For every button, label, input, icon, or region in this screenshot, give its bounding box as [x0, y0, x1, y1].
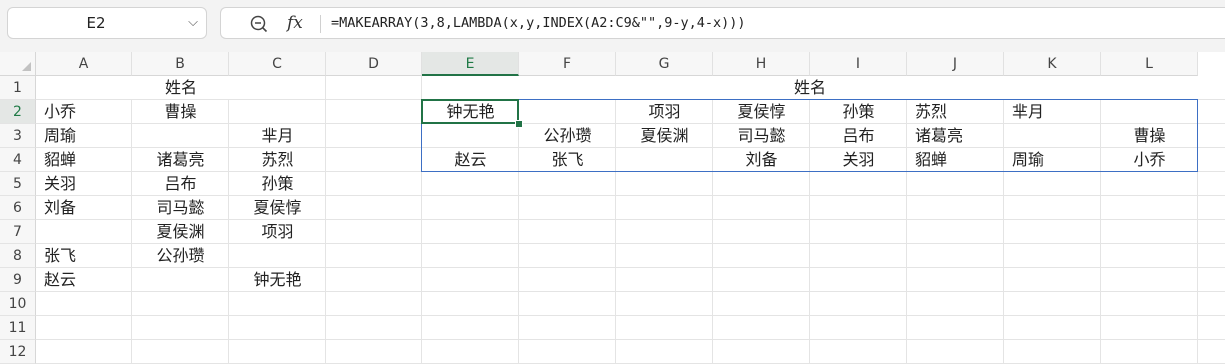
fx-icon[interactable]: fx	[287, 8, 303, 38]
row-header-4[interactable]: 4	[0, 148, 36, 172]
table-cell[interactable]: 张飞	[36, 244, 132, 267]
row-header-2[interactable]: 2	[0, 100, 36, 124]
column-header-f[interactable]: F	[519, 52, 616, 76]
table-cell[interactable]: 项羽	[229, 220, 326, 243]
table-cell[interactable]	[132, 124, 229, 147]
row-header-11[interactable]: 11	[0, 316, 36, 340]
table-cell[interactable]	[229, 244, 326, 267]
chevron-down-icon[interactable]: ⌵	[188, 8, 198, 38]
column-header-c[interactable]: C	[229, 52, 326, 76]
spill-range-border	[421, 99, 1198, 172]
table-cell[interactable]: 诸葛亮	[132, 148, 229, 171]
table-cell[interactable]: 关羽	[36, 172, 132, 195]
row-header-9[interactable]: 9	[0, 268, 36, 292]
table-cell[interactable]: 夏侯惇	[229, 196, 326, 219]
table-cell[interactable]: 芈月	[229, 124, 326, 147]
column-header-i[interactable]: I	[810, 52, 907, 76]
row-header-1[interactable]: 1	[0, 76, 36, 100]
name-box[interactable]: E2 ⌵	[7, 7, 207, 39]
toolbar: E2 ⌵ fx =MAKEARRAY(3,8,LAMBDA(x,y,INDEX(…	[0, 0, 1225, 52]
zoom-out-icon[interactable]	[249, 14, 269, 34]
column-header-l[interactable]: L	[1101, 52, 1198, 76]
column-header-h[interactable]: H	[713, 52, 810, 76]
table-cell[interactable]	[36, 220, 132, 243]
active-cell-border	[421, 99, 519, 124]
source-header-cell[interactable]: 姓名	[36, 76, 326, 99]
row-header-8[interactable]: 8	[0, 244, 36, 268]
table-cell[interactable]: 周瑜	[36, 124, 132, 147]
select-all-corner[interactable]	[0, 52, 36, 76]
column-header-j[interactable]: J	[907, 52, 1004, 76]
row-gridline	[36, 315, 1225, 316]
column-header-a[interactable]: A	[36, 52, 132, 76]
row-header-7[interactable]: 7	[0, 220, 36, 244]
table-cell[interactable]: 貂蝉	[36, 148, 132, 171]
row-header-3[interactable]: 3	[0, 124, 36, 148]
formula-bar[interactable]: fx =MAKEARRAY(3,8,LAMBDA(x,y,INDEX(A2:C9…	[220, 7, 1225, 39]
row-header-5[interactable]: 5	[0, 172, 36, 196]
table-cell[interactable]: 赵云	[36, 268, 132, 291]
column-header-b[interactable]: B	[132, 52, 229, 76]
table-cell[interactable]	[132, 268, 229, 291]
result-header-cell[interactable]: 姓名	[422, 76, 1198, 99]
table-cell[interactable]: 小乔	[36, 100, 132, 123]
select-all-triangle-icon	[22, 62, 31, 71]
column-header-e[interactable]: E	[422, 52, 519, 76]
row-header-6[interactable]: 6	[0, 196, 36, 220]
table-cell[interactable]: 刘备	[36, 196, 132, 219]
spreadsheet-grid[interactable]: A B C D E F G H I J K L 1 2 3 4 5 6 7 8 9 10 11 12 姓名 姓名 小乔 曹操 周瑜 芈月貂…	[0, 52, 1225, 364]
table-cell[interactable]: 钟无艳	[229, 268, 326, 291]
table-cell[interactable]: 孙策	[229, 172, 326, 195]
row-gridline	[36, 339, 1225, 340]
table-cell[interactable]: 曹操	[132, 100, 229, 123]
table-cell[interactable]: 夏侯渊	[132, 220, 229, 243]
table-cell[interactable]: 苏烈	[229, 148, 326, 171]
column-header-d[interactable]: D	[326, 52, 422, 76]
row-header-12[interactable]: 12	[0, 340, 36, 364]
formula-bar-divider	[320, 15, 321, 33]
fill-handle[interactable]	[515, 120, 523, 128]
table-cell[interactable]: 吕布	[132, 172, 229, 195]
table-cell[interactable]: 司马懿	[132, 196, 229, 219]
column-header-g[interactable]: G	[616, 52, 713, 76]
row-gridline	[36, 291, 1225, 292]
name-box-value[interactable]: E2	[8, 8, 184, 38]
formula-input[interactable]: =MAKEARRAY(3,8,LAMBDA(x,y,INDEX(A2:C9&""…	[331, 8, 746, 38]
table-cell[interactable]: 公孙瓒	[132, 244, 229, 267]
column-header-k[interactable]: K	[1004, 52, 1101, 76]
row-header-10[interactable]: 10	[0, 292, 36, 316]
table-cell[interactable]	[229, 100, 326, 123]
